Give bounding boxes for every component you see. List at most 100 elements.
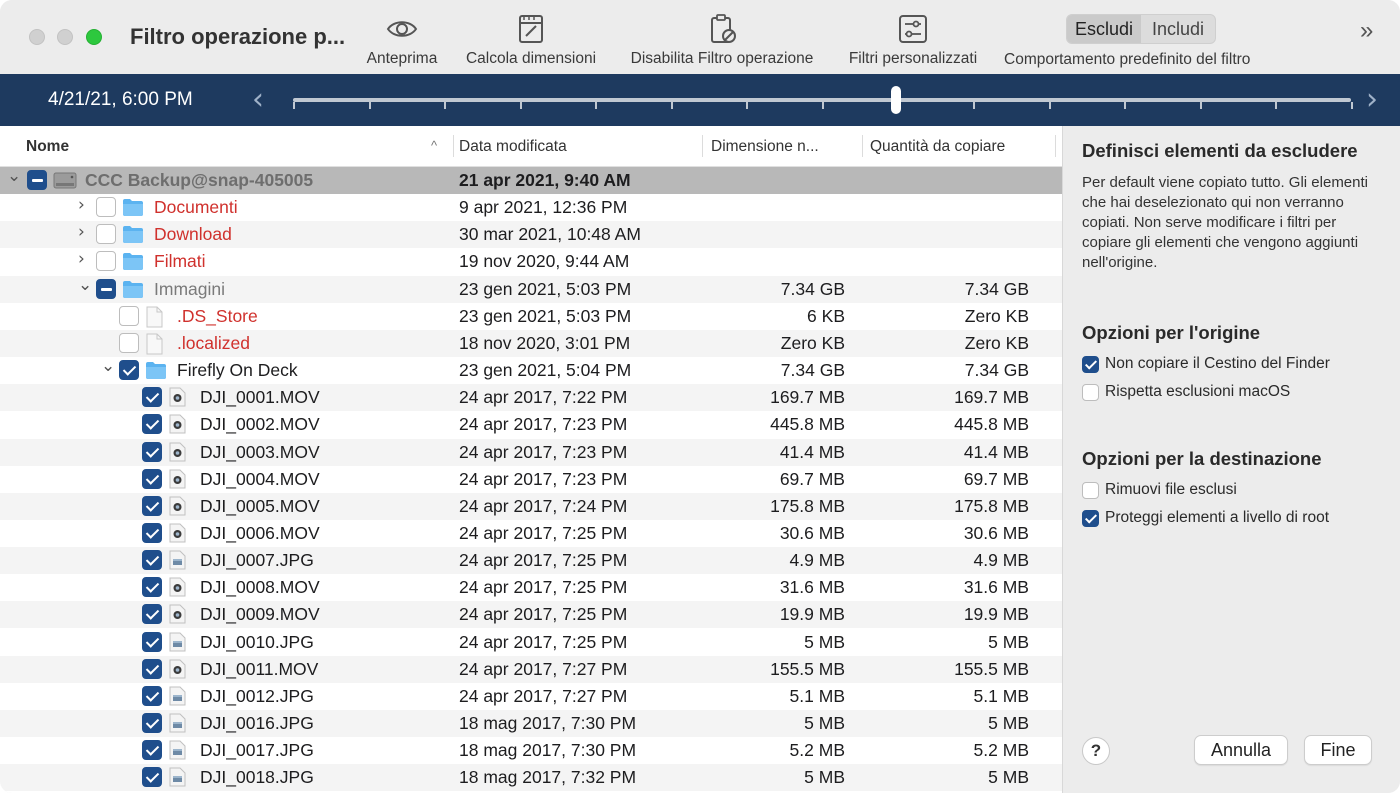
file-row[interactable]: DJI_0007.JPG 24 apr 2017, 7:25 PM 4.9 MB 4.… [0,547,1062,574]
zoom-window-button[interactable] [86,29,102,45]
include-checkbox[interactable] [142,659,162,679]
minimize-window-button[interactable] [57,29,73,45]
column-copy[interactable]: Quantità da copiare [870,138,1005,156]
column-divider[interactable] [453,135,454,157]
movie-icon [168,659,186,684]
disclosure-open-icon[interactable]: ⌄ [7,166,21,186]
file-name: DJI_0011.MOV [200,659,319,679]
doc-icon [145,333,163,360]
file-row[interactable]: DJI_0008.MOV 24 apr 2017, 7:25 PM 31.6 MB 3… [0,574,1062,601]
timeline-tick [671,102,673,109]
respect-macos-exclusions-option-checkbox[interactable] [1082,384,1099,401]
file-row[interactable]: DJI_0001.MOV 24 apr 2017, 7:22 PM 169.7 MB… [0,384,1062,411]
file-row[interactable]: ⌄ Immagini 23 gen 2021, 5:03 PM 7.34 GB 7.34… [0,275,1062,303]
include-checkbox[interactable] [142,496,162,516]
timeline-slider-thumb[interactable] [891,86,901,114]
include-checkbox[interactable] [142,686,162,706]
file-row[interactable]: DJI_0009.MOV 24 apr 2017, 7:25 PM 19.9 MB 1… [0,601,1062,628]
column-name[interactable]: Nome [26,138,69,156]
file-row[interactable]: DJI_0016.JPG 18 mag 2017, 7:30 PM 5 MB 5 MB [0,710,1062,737]
file-row[interactable]: DJI_0018.JPG 18 mag 2017, 7:32 PM 5 MB 5 MB [0,764,1062,791]
toolbar-overflow-button[interactable]: » [1360,17,1373,45]
file-row[interactable]: .DS_Store 23 gen 2021, 5:03 PM 6 KB Zero KB [0,303,1062,330]
file-row[interactable]: DJI_0010.JPG 24 apr 2017, 7:25 PM 5 MB 5 MB [0,629,1062,656]
include-checkbox[interactable] [142,387,162,407]
modified-date: 21 apr 2021, 9:40 AM [459,170,631,190]
cancel-button[interactable]: Annulla [1194,735,1288,765]
file-row[interactable]: DJI_0006.MOV 24 apr 2017, 7:25 PM 30.6 MB 3… [0,520,1062,548]
remove-excluded-option-checkbox[interactable] [1082,482,1099,499]
preview-button[interactable]: Anteprima [362,12,442,72]
include-checkbox[interactable] [142,523,162,543]
include-checkbox[interactable] [142,632,162,652]
include-checkbox[interactable] [96,279,116,299]
disclosure-open-icon[interactable]: ⌄ [78,275,92,295]
done-button[interactable]: Fine [1304,735,1372,765]
column-date[interactable]: Data modificata [459,138,567,156]
column-divider[interactable] [862,135,863,157]
include-checkbox[interactable] [142,604,162,624]
size-value: 5 MB [804,767,845,787]
include-checkbox[interactable] [142,442,162,462]
next-snapshot-button[interactable]: › [1366,82,1378,117]
file-row[interactable]: DJI_0004.MOV 24 apr 2017, 7:23 PM 69.7 MB 6… [0,466,1062,493]
file-row[interactable]: .localized 18 nov 2020, 3:01 PM Zero KB Zer… [0,330,1062,360]
include-checkbox[interactable] [96,251,116,271]
modified-date: 24 apr 2017, 7:22 PM [459,387,628,407]
column-divider[interactable] [702,135,703,157]
custom-filters-label: Filtri personalizzati [848,50,978,67]
disclosure-open-icon[interactable]: ⌄ [101,356,115,376]
column-size[interactable]: Dimensione n... [711,138,819,156]
exclusion-panel: Definisci elementi da escludere Per defa… [1064,126,1400,793]
file-row[interactable]: › Download 30 mar 2021, 10:48 AM [0,221,1062,248]
include-checkbox[interactable] [142,713,162,733]
file-row[interactable]: DJI_0017.JPG 18 mag 2017, 7:30 PM 5.2 MB 5.… [0,737,1062,764]
previous-snapshot-button[interactable]: ‹ [252,82,264,117]
file-list: Nome ^ Data modificata Dimensione n... Q… [0,126,1063,793]
include-segment[interactable]: Includi [1141,15,1215,43]
disable-filter-button[interactable]: Disabilita Filtro operazione [622,12,822,72]
disclosure-closed-icon[interactable]: › [78,249,85,269]
file-row[interactable]: DJI_0011.MOV 24 apr 2017, 7:27 PM 155.5 MB… [0,656,1062,684]
include-checkbox[interactable] [142,577,162,597]
file-row[interactable]: DJI_0003.MOV 24 apr 2017, 7:23 PM 41.4 MB 4… [0,439,1062,466]
file-row[interactable]: DJI_0005.MOV 24 apr 2017, 7:24 PM 175.8 MB… [0,493,1062,520]
skip-trash-option-checkbox[interactable] [1082,356,1099,373]
include-checkbox[interactable] [142,550,162,570]
disclosure-closed-icon[interactable]: › [78,222,85,242]
ruler-icon [519,15,543,43]
size-value: 69.7 MB [779,469,845,489]
include-checkbox[interactable] [119,306,139,326]
include-checkbox[interactable] [142,414,162,434]
file-row[interactable]: DJI_0002.MOV 24 apr 2017, 7:23 PM 445.8 MB… [0,411,1062,438]
copy-amount-value: 155.5 MB [954,659,1029,679]
include-checkbox[interactable] [119,360,139,380]
close-window-button[interactable] [29,29,45,45]
volume-row[interactable]: ⌄ CCC Backup@snap-405005 21 apr 2021, 9:40… [0,166,1062,194]
disclosure-closed-icon[interactable]: › [78,195,85,215]
include-checkbox[interactable] [142,767,162,787]
custom-filters-button[interactable]: Filtri personalizzati [842,12,984,72]
include-checkbox[interactable] [96,197,116,217]
protect-root-option-checkbox[interactable] [1082,510,1099,527]
file-row[interactable]: › Filmati 19 nov 2020, 9:44 AM [0,248,1062,275]
column-header: Nome ^ Data modificata Dimensione n... Q… [0,126,1062,167]
size-value: 7.34 GB [780,360,845,380]
file-name: Filmati [154,251,206,271]
calc-size-button[interactable]: Calcola dimensioni [460,12,602,72]
help-button[interactable]: ? [1082,737,1110,765]
exclude-segment[interactable]: Escludi [1067,15,1141,43]
include-checkbox[interactable] [27,170,47,190]
file-row[interactable]: › Documenti 9 apr 2021, 12:36 PM [0,194,1062,221]
movie-icon [168,523,186,548]
file-row[interactable]: DJI_0012.JPG 24 apr 2017, 7:27 PM 5.1 MB 5.… [0,683,1062,710]
calc-size-label: Calcola dimensioni [465,50,597,67]
include-checkbox[interactable] [96,224,116,244]
include-checkbox[interactable] [119,333,139,353]
include-checkbox[interactable] [142,740,162,760]
skip-trash-option-label: Non copiare il Cestino del Finder [1105,355,1330,372]
file-name: DJI_0001.MOV [200,387,320,407]
column-divider[interactable] [1055,135,1056,157]
include-checkbox[interactable] [142,469,162,489]
file-row[interactable]: ⌄ Firefly On Deck 23 gen 2021, 5:04 PM 7.34… [0,356,1062,384]
